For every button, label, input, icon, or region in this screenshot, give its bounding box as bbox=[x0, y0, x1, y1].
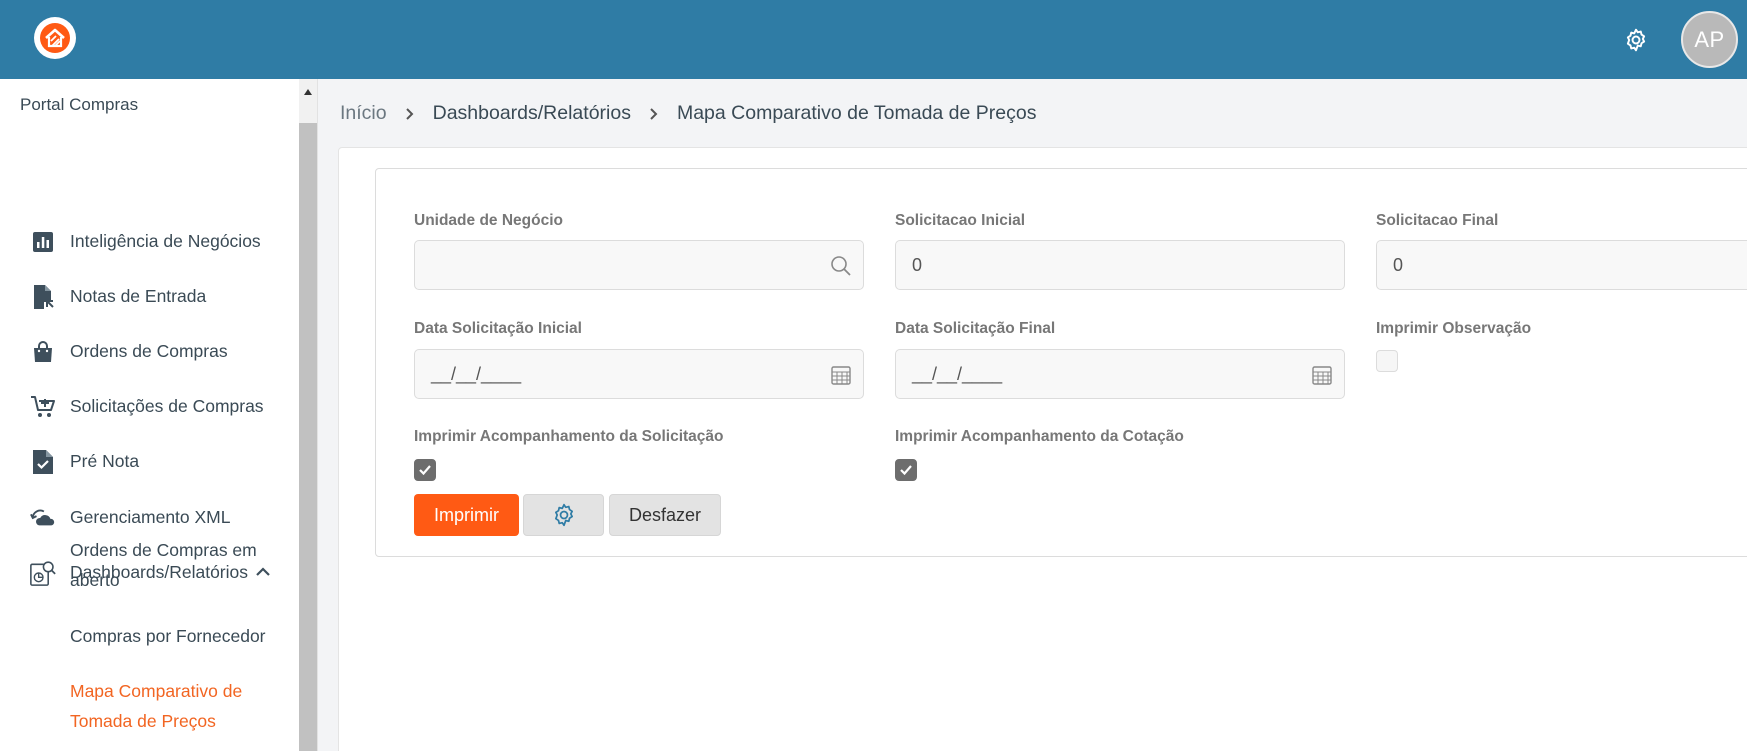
imprimir-acomp-solicitacao-label: Imprimir Acompanhamento da Solicitação bbox=[414, 428, 724, 445]
sidebar: Portal Compras Inteligência de Negócios … bbox=[0, 79, 300, 751]
sidebar-subitem-mapa-comparativo[interactable]: Mapa Comparativo de Tomada de Preços bbox=[70, 676, 280, 736]
check-icon bbox=[419, 465, 431, 476]
data-solicitacao-final-input[interactable]: __/__/____ bbox=[895, 349, 1345, 399]
check-icon bbox=[900, 465, 912, 476]
sidebar-divider bbox=[317, 79, 318, 751]
top-bar: AP bbox=[0, 0, 1747, 79]
data-solicitacao-inicial-value: __/__/____ bbox=[431, 363, 522, 384]
sidebar-item-label: Pré Nota bbox=[70, 450, 140, 471]
sidebar-subitem-ordens-compras-aberto[interactable]: Ordens de Compras em aberto bbox=[70, 535, 280, 595]
imprimir-acomp-solicitacao-checkbox[interactable] bbox=[414, 459, 436, 481]
document-check-icon bbox=[30, 449, 56, 475]
unidade-negocio-label: Unidade de Negócio bbox=[414, 212, 563, 229]
avatar[interactable]: AP bbox=[1681, 11, 1738, 68]
sidebar-title: Portal Compras bbox=[20, 95, 139, 114]
data-solicitacao-final-value: __/__/____ bbox=[912, 363, 1003, 384]
bar-chart-icon bbox=[30, 229, 56, 255]
calendar-icon[interactable] bbox=[1310, 363, 1334, 387]
sidebar-scrollbar[interactable] bbox=[299, 79, 317, 751]
cloud-sync-icon bbox=[30, 505, 56, 531]
breadcrumb-home[interactable]: Início bbox=[340, 102, 387, 125]
sidebar-subitem-compras-fornecedor[interactable]: Compras por Fornecedor bbox=[70, 621, 280, 651]
sidebar-item-notas-entrada[interactable]: Notas de Entrada bbox=[0, 276, 298, 316]
undo-button[interactable]: Desfazer bbox=[609, 494, 721, 536]
shopping-bag-icon bbox=[30, 339, 56, 365]
sidebar-item-gerenciamento-xml[interactable]: Gerenciamento XML bbox=[0, 497, 298, 537]
sidebar-item-inteligencia-negocios[interactable]: Inteligência de Negócios bbox=[0, 221, 298, 261]
imprimir-observacao-label: Imprimir Observação bbox=[1376, 320, 1532, 337]
chevron-right-icon bbox=[387, 107, 433, 121]
sidebar-item-pre-nota[interactable]: Pré Nota bbox=[0, 441, 298, 481]
sidebar-item-label: Ordens de Compras bbox=[70, 340, 228, 361]
sidebar-item-label: Inteligência de Negócios bbox=[70, 230, 261, 251]
scrollbar-thumb[interactable] bbox=[299, 123, 317, 751]
data-solicitacao-inicial-label: Data Solicitação Inicial bbox=[414, 320, 582, 337]
cart-add-icon bbox=[30, 394, 56, 420]
search-icon[interactable] bbox=[829, 254, 853, 278]
scroll-up-arrow-icon[interactable] bbox=[299, 85, 317, 99]
sidebar-item-label: Solicitações de Compras bbox=[70, 395, 264, 416]
print-button[interactable]: Imprimir bbox=[414, 494, 519, 536]
solicitacao-final-input[interactable]: 0 bbox=[1376, 240, 1747, 290]
data-solicitacao-inicial-input[interactable]: __/__/____ bbox=[414, 349, 864, 399]
gear-icon[interactable] bbox=[1622, 26, 1650, 54]
sidebar-item-label: Gerenciamento XML bbox=[70, 506, 231, 527]
report-search-icon bbox=[30, 560, 56, 586]
solicitacao-final-value: 0 bbox=[1393, 254, 1404, 275]
imprimir-acomp-cotacao-label: Imprimir Acompanhamento da Cotação bbox=[895, 428, 1184, 445]
settings-button[interactable] bbox=[523, 494, 604, 536]
imprimir-acomp-cotacao-checkbox[interactable] bbox=[895, 459, 917, 481]
house-logo-icon[interactable] bbox=[34, 17, 76, 59]
gear-icon bbox=[554, 503, 573, 527]
imprimir-observacao-checkbox[interactable] bbox=[1376, 350, 1398, 372]
breadcrumb-dashboards[interactable]: Dashboards/Relatórios bbox=[433, 102, 631, 125]
breadcrumb: Início Dashboards/Relatórios Mapa Compar… bbox=[340, 102, 1036, 125]
calendar-icon[interactable] bbox=[829, 363, 853, 387]
solicitacao-inicial-label: Solicitacao Inicial bbox=[895, 212, 1026, 229]
chevron-right-icon bbox=[631, 107, 677, 121]
solicitacao-inicial-value: 0 bbox=[912, 254, 923, 275]
sidebar-item-solicitacoes-compras[interactable]: Solicitações de Compras bbox=[0, 386, 298, 426]
sidebar-item-ordens-compras[interactable]: Ordens de Compras bbox=[0, 331, 298, 371]
solicitacao-inicial-input[interactable]: 0 bbox=[895, 240, 1345, 290]
document-arrow-icon bbox=[30, 284, 56, 310]
sidebar-item-label: Notas de Entrada bbox=[70, 285, 207, 306]
solicitacao-final-label: Solicitacao Final bbox=[1376, 212, 1499, 229]
unidade-negocio-input[interactable] bbox=[414, 240, 864, 290]
breadcrumb-current: Mapa Comparativo de Tomada de Preços bbox=[676, 102, 1037, 124]
data-solicitacao-final-label: Data Solicitação Final bbox=[895, 320, 1056, 337]
